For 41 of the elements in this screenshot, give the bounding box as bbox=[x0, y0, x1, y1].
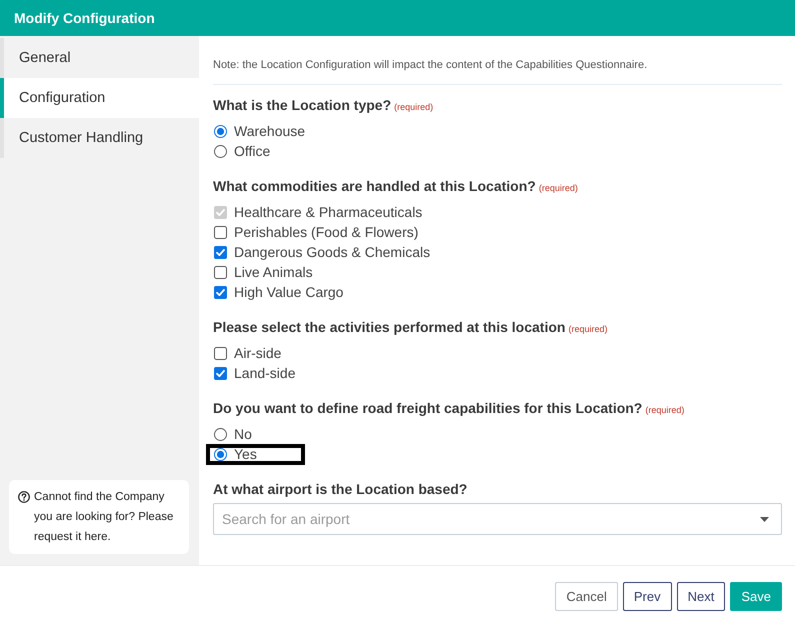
required-note: (required) bbox=[568, 323, 608, 336]
checkbox[interactable] bbox=[214, 266, 227, 278]
radio-button[interactable] bbox=[214, 448, 227, 460]
option-label: Warehouse bbox=[234, 123, 306, 139]
note-text: Note: the Location Configuration will impact the content of the Capabilities Questionnaire. bbox=[213, 58, 648, 73]
option-label: Land-side bbox=[234, 365, 296, 381]
required-note: (required) bbox=[645, 404, 684, 417]
option-label: Yes bbox=[234, 446, 257, 462]
checkbox[interactable] bbox=[214, 246, 227, 258]
radio-button[interactable] bbox=[214, 428, 227, 440]
caret-icon bbox=[760, 517, 769, 522]
next-button[interactable]: Next bbox=[676, 582, 726, 611]
question-label: What commodities are handled at this Location? bbox=[213, 177, 536, 196]
option-label: Live Animals bbox=[234, 264, 313, 280]
checkbox[interactable] bbox=[214, 286, 227, 298]
prev-button[interactable]: Prev bbox=[622, 582, 672, 611]
question-label: Please select the activities performed at this location bbox=[213, 318, 566, 337]
required-note: (required) bbox=[394, 101, 434, 114]
checkbox[interactable] bbox=[214, 366, 227, 380]
radio-button[interactable] bbox=[214, 144, 227, 158]
window-title: Modify Configuration bbox=[14, 10, 155, 26]
option-label: No bbox=[234, 426, 252, 442]
help-text: Cannot find the Company you are looking for? Please request it here. bbox=[34, 490, 174, 545]
option-label: High Value Cargo bbox=[234, 284, 344, 300]
question-mark-icon bbox=[18, 491, 30, 503]
cancel-button[interactable]: Cancel bbox=[555, 582, 618, 611]
airport-search-field[interactable]: Search for an airport bbox=[213, 503, 782, 535]
sidebar-tab[interactable]: Configuration bbox=[0, 78, 199, 118]
option-label: Healthcare & Pharmaceuticals bbox=[234, 204, 422, 220]
radio-button[interactable] bbox=[214, 124, 227, 138]
question-label: At what airport is the Location based? bbox=[213, 480, 468, 499]
required-note: (required) bbox=[538, 182, 578, 195]
question-label: Do you want to define road freight capabilities for this Location? bbox=[213, 399, 642, 418]
sidebar-tab[interactable]: Customer Handling bbox=[0, 118, 199, 158]
option-label: Dangerous Goods & Chemicals bbox=[234, 244, 430, 260]
checkbox[interactable] bbox=[214, 346, 227, 360]
checkbox[interactable] bbox=[214, 226, 227, 238]
question-label: What is the Location type? bbox=[213, 96, 392, 115]
option-label: Office bbox=[234, 143, 270, 159]
option-label: Perishables (Food & Flowers) bbox=[234, 224, 418, 240]
option-label: Air-side bbox=[234, 345, 282, 361]
